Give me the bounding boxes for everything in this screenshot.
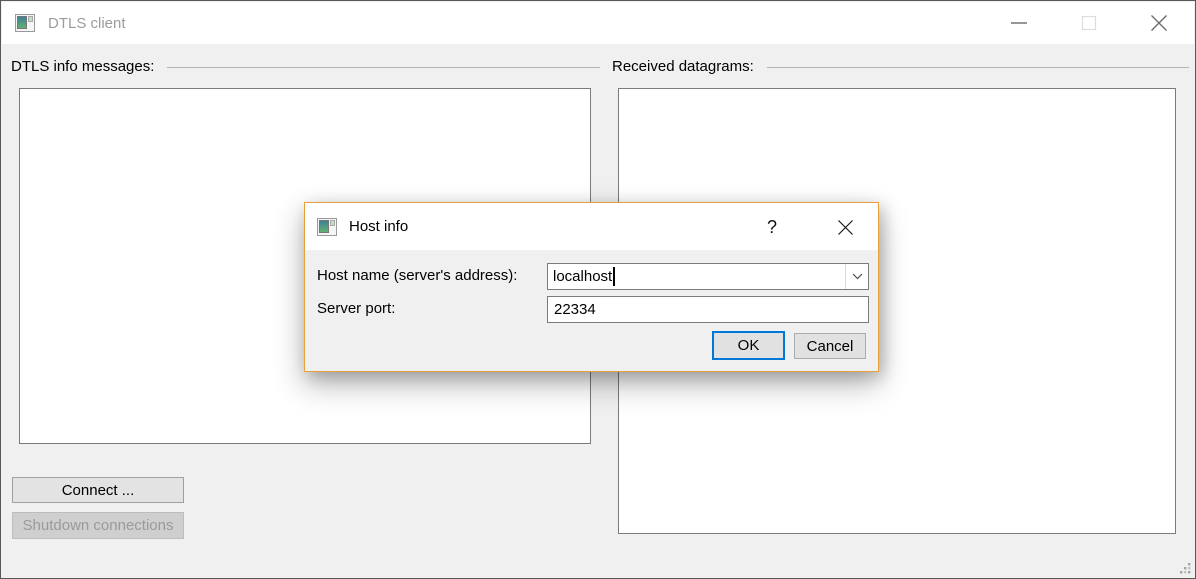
cancel-button[interactable]: Cancel [794, 333, 866, 359]
ok-button[interactable]: OK [712, 331, 785, 360]
chevron-down-icon[interactable] [845, 264, 868, 289]
maximize-button[interactable] [1054, 2, 1124, 44]
dialog-close-button[interactable] [825, 211, 865, 243]
received-datagrams-group-label: Received datagrams: [612, 58, 754, 75]
minimize-icon [1008, 12, 1030, 34]
help-button[interactable]: ? [755, 212, 789, 242]
close-button[interactable] [1124, 2, 1194, 44]
main-titlebar[interactable]: DTLS client [2, 2, 1194, 44]
dialog-app-icon [317, 218, 337, 236]
window-controls [984, 2, 1194, 44]
server-port-field[interactable]: 22334 [547, 296, 869, 323]
server-port-label: Server port: [317, 300, 395, 317]
close-icon [1148, 12, 1170, 34]
dtls-messages-group-line [167, 67, 600, 68]
dtls-messages-group-label: DTLS info messages: [11, 58, 154, 75]
received-datagrams-group-line [767, 67, 1189, 68]
host-name-value: localhost [553, 268, 612, 285]
host-name-combobox[interactable]: localhost [547, 263, 869, 290]
maximize-icon [1078, 12, 1100, 34]
app-icon [15, 14, 35, 32]
shutdown-connections-button[interactable]: Shutdown connections [12, 512, 184, 539]
main-window: DTLS client DTLS info messages: [0, 0, 1196, 579]
text-caret [613, 267, 615, 286]
host-name-label: Host name (server's address): [317, 267, 517, 284]
window-title: DTLS client [48, 15, 126, 32]
connect-button[interactable]: Connect ... [12, 477, 184, 503]
resize-grip-icon[interactable] [1179, 562, 1192, 575]
close-icon [837, 219, 854, 236]
minimize-button[interactable] [984, 2, 1054, 44]
dialog-titlebar[interactable]: Host info ? [305, 203, 878, 250]
dialog-title: Host info [349, 218, 408, 235]
host-info-dialog: Host info ? Host name (server's address)… [304, 202, 879, 372]
